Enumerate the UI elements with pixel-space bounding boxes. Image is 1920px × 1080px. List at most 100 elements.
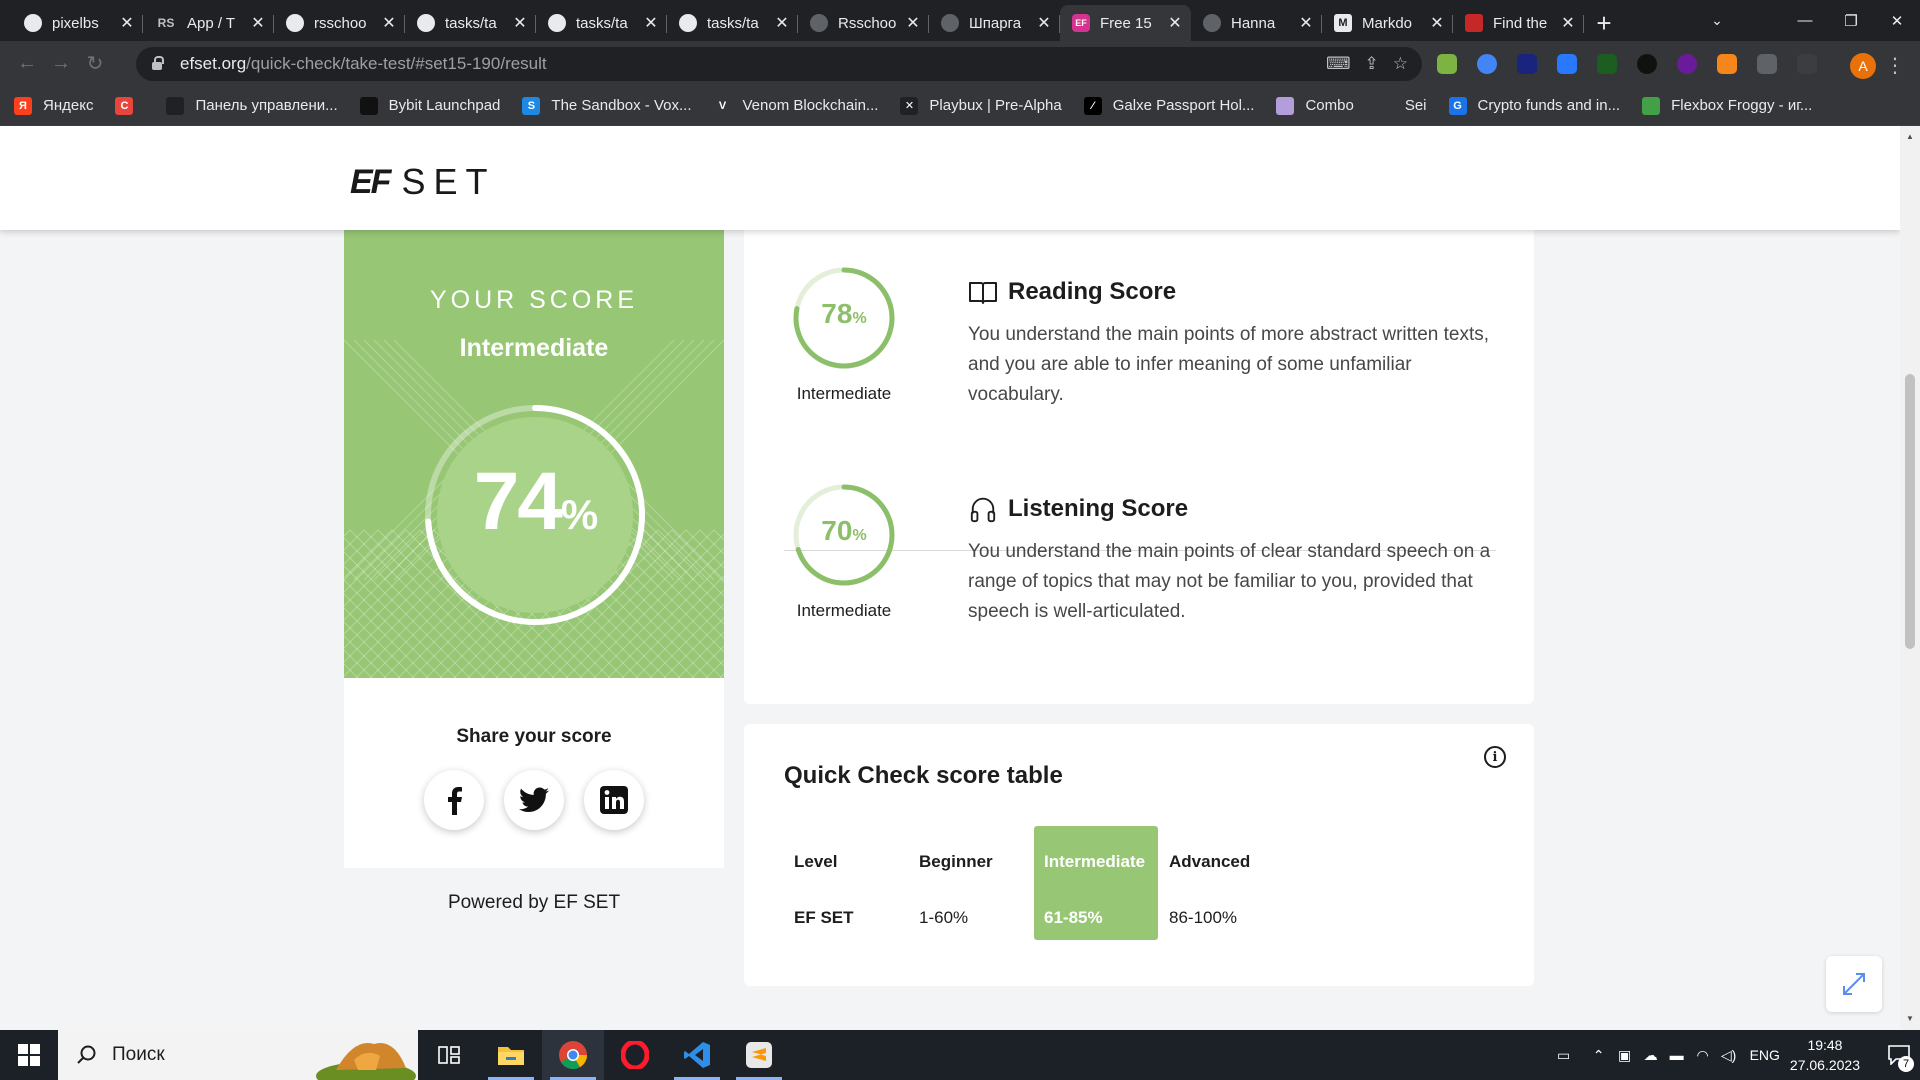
page-scrollbar[interactable]: ▲ ▼ [1900,126,1920,1030]
restore-button[interactable]: ❐ [1828,0,1874,41]
file-explorer-icon[interactable] [480,1030,542,1080]
browser-tab[interactable]: EF Free 15 ✕ [1060,5,1191,41]
browser-tab[interactable]: Rsschoo ✕ [798,5,929,41]
search-icon [77,1045,96,1064]
translate-icon[interactable]: ⌨ [1326,54,1351,74]
close-tab-icon[interactable]: ✕ [1036,13,1052,33]
vscode-icon[interactable] [666,1030,728,1080]
reload-button[interactable]: ↻ [78,47,112,81]
metamask-icon[interactable] [1712,49,1742,79]
close-tab-icon[interactable]: ✕ [1429,13,1445,33]
extension-icon[interactable] [1752,49,1782,79]
close-tab-icon[interactable]: ✕ [905,13,921,33]
scroll-down-icon[interactable]: ▼ [1905,1014,1915,1024]
browser-tab[interactable]: Hanna ✕ [1191,5,1322,41]
bookmark-item[interactable]: Панель управлени... [166,96,338,115]
onedrive-icon[interactable]: ☁ [1638,1047,1664,1064]
opera-icon[interactable] [604,1030,666,1080]
browser-tab[interactable]: M Markdo ✕ [1322,5,1453,41]
extension-icon[interactable] [1432,49,1462,79]
windows-start-icon[interactable] [0,1030,58,1080]
listening-score-title: Listening Score [1008,495,1189,522]
taskbar-search[interactable]: Поиск [58,1030,418,1080]
extension-icon[interactable] [1512,49,1542,79]
close-tab-icon[interactable]: ✕ [119,13,135,33]
close-tab-icon[interactable]: ✕ [1298,13,1314,33]
linkedin-share-button[interactable] [584,770,644,830]
close-tab-icon[interactable]: ✕ [250,13,266,33]
bookmark-item[interactable]: Sei [1375,96,1427,115]
facebook-share-button[interactable] [424,770,484,830]
browser-tab[interactable]: Шпарга ✕ [929,5,1060,41]
bookmark-label: Панель управлени... [195,97,338,114]
chevron-up-icon[interactable]: ⌃ [1586,1047,1612,1064]
language-indicator[interactable]: ENG [1750,1047,1780,1063]
battery-icon[interactable]: ▬ [1664,1047,1690,1063]
url-text[interactable]: efset.org/quick-check/take-test/#set15-1… [180,54,547,74]
extension-icon[interactable] [1472,49,1502,79]
linkedin-icon [600,786,628,814]
volume-icon[interactable]: ◁) [1716,1047,1742,1064]
bookmark-item[interactable]: V Venom Blockchain... [713,96,879,115]
close-tab-icon[interactable]: ✕ [1560,13,1576,33]
chrome-icon[interactable] [542,1030,604,1080]
bookmark-item[interactable]: C [115,96,144,115]
bookmark-item[interactable]: ✕ Playbux | Pre-Alpha [900,96,1062,115]
bookmark-item[interactable]: G Crypto funds and in... [1448,96,1620,115]
close-tab-icon[interactable]: ✕ [1167,13,1183,33]
notifications-icon[interactable]: 7 [1878,1030,1920,1080]
wifi-icon[interactable]: ◠ [1690,1047,1716,1064]
task-view-icon[interactable] [418,1030,480,1080]
puzzle-icon[interactable] [1792,49,1822,79]
scroll-up-icon[interactable]: ▲ [1905,132,1915,142]
back-button[interactable]: ← [10,47,44,81]
twitter-share-button[interactable] [504,770,564,830]
bookmark-star-icon[interactable]: ☆ [1393,54,1408,74]
ef-set-logo[interactable]: EF SET [350,161,495,203]
minimize-button[interactable]: — [1782,0,1828,41]
share-icon[interactable]: ⇪ [1365,54,1379,74]
new-tab-button[interactable]: + [1584,5,1624,41]
lock-icon[interactable] [152,56,164,70]
meet-icon[interactable]: ▣ [1612,1047,1638,1064]
browser-tab[interactable]: tasks/ta ✕ [667,5,798,41]
close-tab-icon[interactable]: ✕ [512,13,528,33]
browser-tab[interactable]: rsschoo ✕ [274,5,405,41]
extension-icon[interactable] [1632,49,1662,79]
bookmark-item[interactable]: ⁄ Galxe Passport Hol... [1083,96,1254,115]
bookmark-item[interactable]: S The Sandbox - Vox... [522,96,692,115]
bookmark-item[interactable]: Flexbox Froggy - иг... [1642,96,1812,115]
browser-tab[interactable]: pixelbs ✕ [12,5,143,41]
windows-taskbar: Поиск ▭ ⌃ ▣ ☁ ▬ ◠ ◁) ENG 19:48 27.06.202… [0,1030,1920,1080]
sublime-icon[interactable] [728,1030,790,1080]
browser-tab[interactable]: RS App / T ✕ [143,5,274,41]
browser-tab[interactable]: tasks/ta ✕ [536,5,667,41]
extension-icon[interactable] [1672,49,1702,79]
globe-icon [1203,14,1221,32]
reading-score-title: Reading Score [1008,278,1177,305]
bookmark-item[interactable]: Я Яндекс [14,96,93,115]
extension-icon[interactable] [1592,49,1622,79]
forward-button[interactable]: → [44,47,78,81]
profile-avatar[interactable]: A [1850,53,1876,79]
bookmark-item[interactable]: Bybit Launchpad [359,96,500,115]
ef-icon: EF [1072,14,1090,32]
browser-tab[interactable]: tasks/ta ✕ [405,5,536,41]
close-tab-icon[interactable]: ✕ [643,13,659,33]
tab-search-icon[interactable]: ⌄ [1699,4,1735,36]
bookmark-item[interactable]: Combo [1276,96,1354,115]
clock[interactable]: 19:48 27.06.2023 [1790,1035,1860,1075]
news-widget-icon[interactable]: ▭ [1542,1047,1586,1064]
close-tab-icon[interactable]: ✕ [774,13,790,33]
bookmark-label: Venom Blockchain... [742,97,879,114]
info-icon[interactable]: i [1484,746,1506,768]
address-bar[interactable]: efset.org/quick-check/take-test/#set15-1… [136,47,1422,81]
extension-icon[interactable] [1552,49,1582,79]
close-window-button[interactable]: ✕ [1874,0,1920,41]
bookmark-label: Sei [1404,97,1427,114]
browser-tab[interactable]: Find the ✕ [1453,5,1584,41]
scroll-thumb[interactable] [1905,374,1915,649]
expand-icon[interactable] [1826,956,1882,1012]
close-tab-icon[interactable]: ✕ [381,13,397,33]
browser-menu-icon[interactable]: ⋮ [1880,50,1910,80]
